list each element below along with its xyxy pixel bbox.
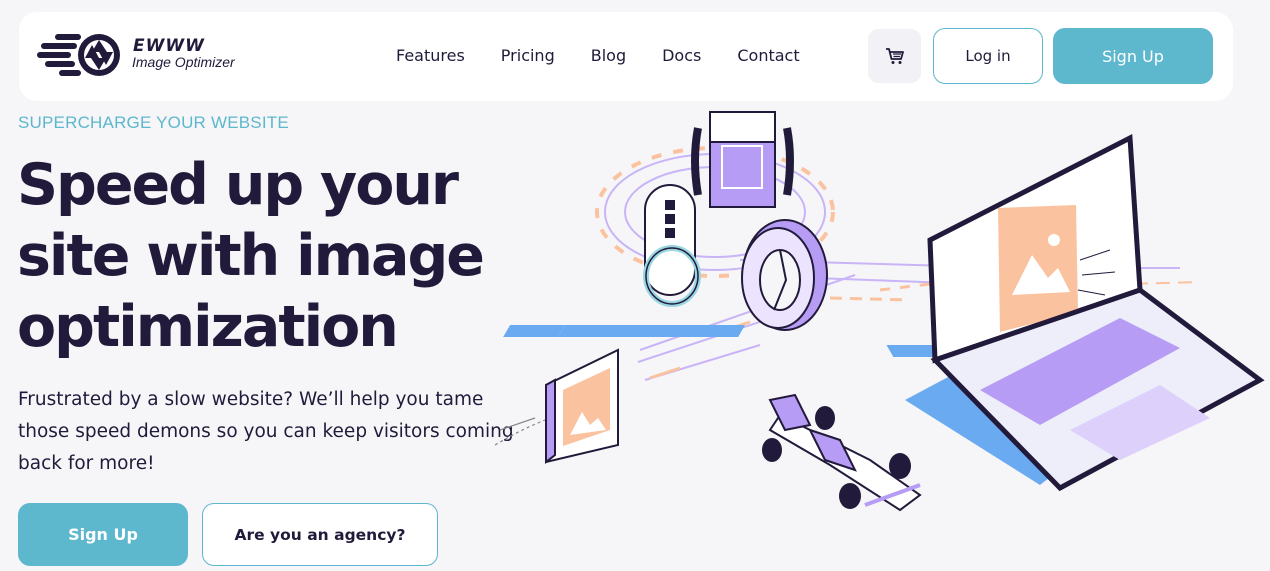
nav-link-contact[interactable]: Contact	[737, 46, 799, 65]
hero-eyebrow: SUPERCHARGE YOUR WEBSITE	[18, 113, 289, 132]
hero-signup-button[interactable]: Sign Up	[18, 503, 188, 566]
logo-name: EWWW	[133, 36, 205, 56]
login-button[interactable]: Log in	[933, 28, 1043, 84]
hero-subtext: Frustrated by a slow website? We’ll help…	[18, 389, 514, 474]
race-car	[762, 393, 922, 512]
nav-link-features[interactable]: Features	[396, 46, 465, 65]
cart-button[interactable]	[868, 29, 921, 83]
photo-frame	[545, 348, 619, 465]
hero-illustration	[494, 111, 1265, 512]
top-navbar: EWWW Image Optimizer Features Pricing Bl…	[19, 12, 1233, 101]
hero-headline: Speed up your site with image optimizati…	[17, 152, 485, 360]
shopping-cart-icon	[885, 48, 904, 64]
main-nav: Features Pricing Blog Docs Contact	[396, 46, 836, 65]
nav-link-blog[interactable]: Blog	[591, 46, 626, 65]
laptop	[905, 134, 1265, 492]
lens-device	[643, 184, 701, 307]
logo[interactable]: EWWW Image Optimizer	[37, 30, 267, 80]
nav-link-docs[interactable]: Docs	[662, 46, 701, 65]
nav-link-pricing[interactable]: Pricing	[501, 46, 555, 65]
camera-shutter-logo-icon	[37, 34, 120, 76]
signup-button[interactable]: Sign Up	[1053, 28, 1213, 84]
logo-subtitle: Image Optimizer	[132, 54, 235, 70]
agency-button[interactable]: Are you an agency?	[202, 503, 438, 566]
